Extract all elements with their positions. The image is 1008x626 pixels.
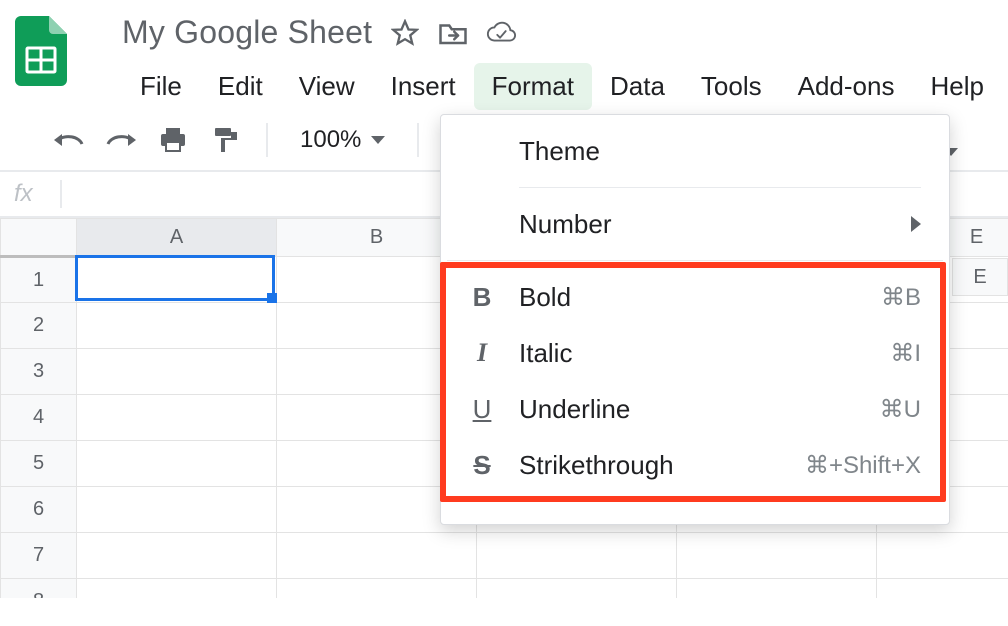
select-all-corner[interactable]: [1, 219, 77, 257]
menu-insert[interactable]: Insert: [373, 63, 474, 110]
row-header[interactable]: 6: [1, 487, 77, 533]
menu-item-shortcut: ⌘+Shift+X: [805, 451, 921, 480]
cloud-status-icon[interactable]: [486, 18, 516, 48]
menu-item-label: Underline: [519, 394, 880, 425]
menu-item-label: Strikethrough: [519, 450, 805, 481]
toolbar-separator: [266, 123, 268, 157]
row-header[interactable]: 8: [1, 579, 77, 599]
paint-format-button[interactable]: [206, 121, 244, 159]
menu-help[interactable]: Help: [912, 63, 1001, 110]
cell[interactable]: [877, 579, 1008, 599]
undo-button[interactable]: [50, 121, 88, 159]
menu-item-shortcut: ⌘I: [890, 339, 921, 368]
row-header[interactable]: 1: [1, 257, 77, 303]
cell[interactable]: [77, 257, 277, 303]
menu-separator: [519, 187, 921, 188]
menu-item-shortcut: ⌘B: [881, 283, 921, 312]
move-folder-icon[interactable]: [438, 18, 468, 48]
cell[interactable]: [77, 303, 277, 349]
formula-bar-separator: [60, 180, 62, 208]
menu-item-strikethrough[interactable]: S Strikethrough⌘+Shift+X: [441, 437, 949, 493]
caret-down-icon: [371, 136, 385, 144]
menu-add-ons[interactable]: Add-ons: [780, 63, 913, 110]
menu-tools[interactable]: Tools: [683, 63, 780, 110]
toolbar-separator: [417, 123, 419, 157]
cell[interactable]: [77, 579, 277, 599]
menu-item-italic[interactable]: I Italic⌘I: [441, 325, 949, 381]
cell[interactable]: [677, 533, 877, 579]
strike-icon: S: [467, 450, 497, 480]
row-header[interactable]: 4: [1, 395, 77, 441]
redo-button[interactable]: [102, 121, 140, 159]
bold-icon: B: [467, 282, 497, 312]
column-header-label: E: [973, 266, 986, 289]
underline-icon: U: [467, 394, 497, 424]
row-header[interactable]: 7: [1, 533, 77, 579]
menu-item-bold[interactable]: B Bold⌘B: [441, 269, 949, 325]
cell[interactable]: [277, 579, 477, 599]
zoom-dropdown[interactable]: 100%: [290, 120, 395, 160]
menu-item-number[interactable]: Number: [441, 196, 949, 252]
cell[interactable]: [277, 533, 477, 579]
menu-item-shortcut: ⌘U: [880, 395, 921, 424]
menu-edit[interactable]: Edit: [200, 63, 281, 110]
submenu-arrow-icon: [911, 216, 921, 232]
print-button[interactable]: [154, 121, 192, 159]
italic-icon: I: [467, 338, 497, 368]
fx-label: fx: [14, 180, 54, 208]
format-menu-dropdown: Theme Number B Bold⌘B I Italic⌘I U Underline⌘U S…: [440, 114, 950, 525]
cell[interactable]: [477, 579, 677, 599]
menu-view[interactable]: View: [281, 63, 373, 110]
menu-item-underline[interactable]: U Underline⌘U: [441, 381, 949, 437]
zoom-value: 100%: [300, 126, 361, 154]
document-title[interactable]: My Google Sheet: [122, 14, 372, 51]
cell[interactable]: [477, 533, 677, 579]
cell[interactable]: [77, 441, 277, 487]
cell[interactable]: [77, 487, 277, 533]
star-icon[interactable]: [390, 18, 420, 48]
menu-bar: FileEditViewInsertFormatDataToolsAdd-ons…: [72, 63, 1002, 110]
menu-separator: [519, 501, 921, 502]
menu-item-theme[interactable]: Theme: [441, 123, 949, 179]
row-header[interactable]: 5: [1, 441, 77, 487]
cell[interactable]: [77, 395, 277, 441]
sheets-logo[interactable]: [10, 10, 72, 92]
menu-item-label: Italic: [519, 338, 890, 369]
row-header[interactable]: 2: [1, 303, 77, 349]
column-header[interactable]: E: [952, 258, 1008, 296]
cell[interactable]: [77, 349, 277, 395]
menu-separator: [447, 260, 943, 261]
menu-file[interactable]: File: [122, 63, 200, 110]
menu-item-label: Bold: [519, 282, 881, 313]
cell[interactable]: [677, 579, 877, 599]
row-header[interactable]: 3: [1, 349, 77, 395]
cell[interactable]: [77, 533, 277, 579]
number-icon: [467, 209, 497, 239]
cell[interactable]: [877, 533, 1008, 579]
menu-format[interactable]: Format: [474, 63, 592, 110]
column-header[interactable]: A: [77, 219, 277, 257]
menu-item-label: Theme: [519, 136, 921, 167]
menu-data[interactable]: Data: [592, 63, 683, 110]
theme-icon: [467, 136, 497, 166]
menu-item-label: Number: [519, 209, 911, 240]
